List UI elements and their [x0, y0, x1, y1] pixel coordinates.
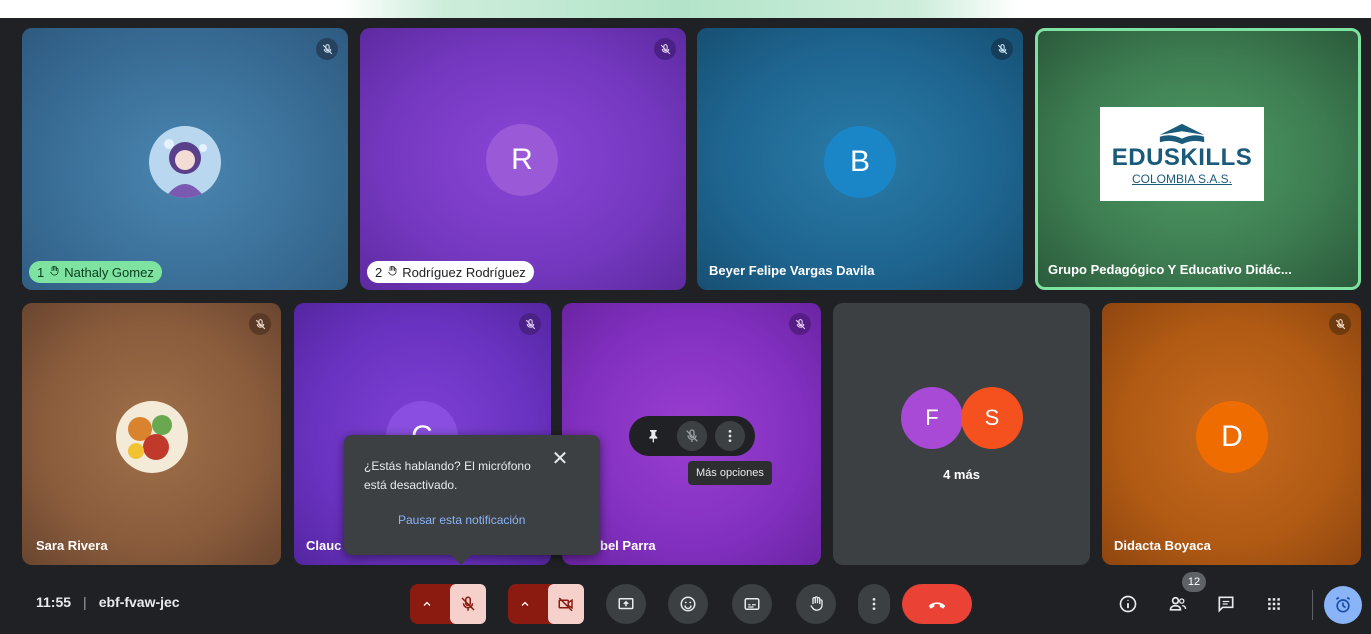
- mic-off-icon: [249, 313, 271, 335]
- raised-hand-icon: [48, 265, 60, 280]
- avatar: [149, 126, 221, 198]
- participant-tile-sara[interactable]: Sara Rivera: [22, 303, 281, 565]
- meeting-details-icon[interactable]: [1112, 588, 1144, 620]
- participant-count-badge: 12: [1182, 572, 1206, 592]
- name-label: Beyer Felipe Vargas Davila: [709, 263, 875, 278]
- participant-tile-beyer[interactable]: B Beyer Felipe Vargas Davila: [697, 28, 1023, 290]
- participant-tile-grupo-pedagogico[interactable]: EDUSKILLS COLOMBIA S.A.S. Grupo Pedagógi…: [1035, 28, 1361, 290]
- participant-tile-others[interactable]: F S 4 más: [833, 303, 1090, 565]
- camera-control: [508, 584, 584, 624]
- name-label: Clauc: [306, 538, 342, 553]
- mute-participant-icon[interactable]: [677, 421, 707, 451]
- mic-off-icon: [991, 38, 1013, 60]
- toolbar-divider: [1312, 590, 1313, 620]
- notification-message: ¿Estás hablando? El micrófono está desac…: [364, 459, 531, 492]
- more-options-tooltip: Más opciones: [688, 461, 772, 485]
- close-icon[interactable]: ✕: [548, 447, 572, 471]
- reactions-button[interactable]: [668, 584, 708, 624]
- name-label: 2 Rodríguez Rodríguez: [367, 261, 534, 283]
- avatar: B: [824, 126, 896, 198]
- avatar: F: [901, 387, 963, 449]
- emoji-icon: [680, 596, 696, 612]
- more-options-icon[interactable]: [715, 421, 745, 451]
- book-icon: [1159, 123, 1205, 145]
- name-label: Didacta Boyaca: [1114, 538, 1211, 553]
- eduskills-logo: EDUSKILLS COLOMBIA S.A.S.: [1100, 107, 1264, 201]
- mic-off-icon: [461, 596, 475, 611]
- avatar: [116, 401, 188, 473]
- phone-hangup-icon: [928, 602, 946, 609]
- raise-hand-button[interactable]: [796, 584, 836, 624]
- mic-off-icon: [519, 313, 541, 335]
- top-banner: [0, 0, 1371, 18]
- name-label: bel Parra: [600, 538, 656, 553]
- meeting-code: ebf-fvaw-jec: [98, 594, 180, 610]
- audio-options-button[interactable]: [410, 584, 444, 624]
- mic-off-notification: ¿Estás hablando? El micrófono está desac…: [344, 435, 600, 565]
- avatar: S: [961, 387, 1023, 449]
- chevron-up-icon: [423, 601, 431, 606]
- raise-hand-icon: [810, 596, 823, 611]
- more-options-button[interactable]: [858, 584, 890, 624]
- participant-tile-didacta[interactable]: D Didacta Boyaca: [1102, 303, 1361, 565]
- more-vert-icon: [872, 598, 876, 610]
- people-icon[interactable]: [1162, 588, 1194, 620]
- name-label: Grupo Pedagógico Y Educativo Didác...: [1048, 262, 1292, 277]
- name-label: Sara Rivera: [36, 538, 108, 553]
- captions-icon: [744, 598, 760, 610]
- avatar: R: [486, 124, 558, 196]
- chevron-up-icon: [521, 601, 529, 606]
- more-participants-label: 4 más: [943, 467, 980, 482]
- chat-icon[interactable]: [1210, 588, 1242, 620]
- camera-off-icon: [558, 597, 573, 612]
- avatar: D: [1196, 401, 1268, 473]
- raised-hand-icon: [386, 265, 398, 280]
- present-icon: [618, 598, 634, 610]
- clock: 11:55: [36, 594, 72, 610]
- video-options-button[interactable]: [508, 584, 542, 624]
- captions-button[interactable]: [732, 584, 772, 624]
- present-screen-button[interactable]: [606, 584, 646, 624]
- leave-call-button[interactable]: [902, 584, 972, 624]
- mic-off-icon: [789, 313, 811, 335]
- mic-control: [410, 584, 486, 624]
- participant-tile-rodriguez[interactable]: R 2 Rodríguez Rodríguez: [360, 28, 686, 290]
- pause-notification-link[interactable]: Pausar esta notificación: [398, 513, 525, 527]
- meeting-info: 11:55 | ebf-fvaw-jec: [36, 594, 180, 610]
- mic-off-icon: [1329, 313, 1351, 335]
- meet-stage: 1 Nathaly Gomez R 2 Rodríguez Rodríguez …: [0, 0, 1371, 634]
- participant-tile-nathaly[interactable]: 1 Nathaly Gomez: [22, 28, 348, 290]
- bottom-toolbar: 11:55 | ebf-fvaw-jec: [0, 574, 1371, 634]
- mic-off-icon: [316, 38, 338, 60]
- alarm-clock-icon: [1335, 596, 1351, 613]
- mic-off-icon: [654, 38, 676, 60]
- pin-icon[interactable]: [639, 421, 669, 451]
- mic-toggle-button[interactable]: [450, 584, 486, 624]
- activities-button[interactable]: [1324, 586, 1362, 624]
- apps-grid-icon[interactable]: [1258, 588, 1290, 620]
- tile-hover-toolbar: [629, 416, 755, 456]
- camera-toggle-button[interactable]: [548, 584, 584, 624]
- name-label: 1 Nathaly Gomez: [29, 261, 162, 283]
